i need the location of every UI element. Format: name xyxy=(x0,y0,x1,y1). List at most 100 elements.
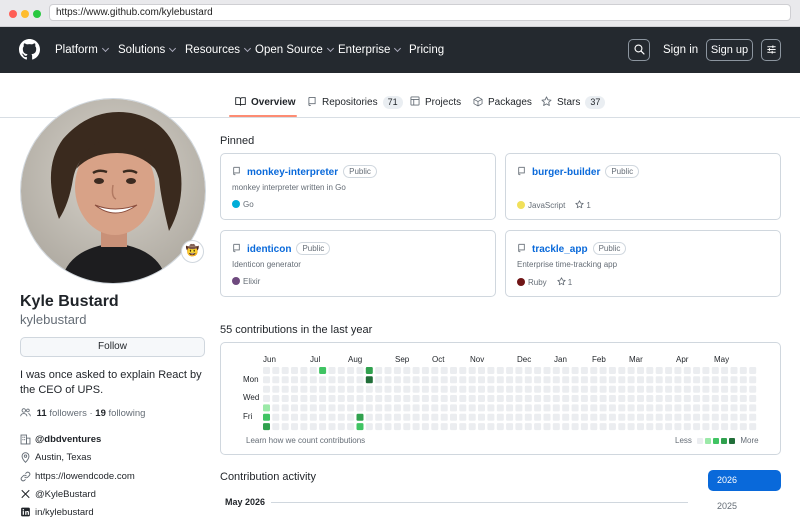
contribution-day-cell[interactable] xyxy=(431,413,439,421)
contribution-day-cell[interactable] xyxy=(431,367,439,374)
contribution-day-cell[interactable] xyxy=(749,367,757,374)
contribution-day-cell[interactable] xyxy=(272,413,280,421)
contribution-day-cell[interactable] xyxy=(646,385,654,393)
contribution-day-cell[interactable] xyxy=(431,395,439,402)
contribution-day-cell[interactable] xyxy=(580,404,588,412)
contribution-day-cell[interactable] xyxy=(627,385,635,393)
contribution-day-cell[interactable] xyxy=(291,413,298,421)
contribution-day-cell[interactable] xyxy=(319,395,327,402)
contribution-day-cell[interactable] xyxy=(459,413,467,421)
contribution-day-cell[interactable] xyxy=(347,413,355,421)
contribution-day-cell[interactable] xyxy=(328,385,336,393)
contribution-day-cell[interactable] xyxy=(665,367,673,374)
contribution-day-cell[interactable] xyxy=(281,376,289,384)
contribution-day-cell[interactable] xyxy=(496,376,504,384)
contribution-day-cell[interactable] xyxy=(543,367,551,374)
contribution-day-cell[interactable] xyxy=(487,367,495,374)
contribution-day-cell[interactable] xyxy=(328,404,336,412)
contribution-day-cell[interactable] xyxy=(487,413,495,421)
contribution-day-cell[interactable] xyxy=(450,385,457,393)
contribution-day-cell[interactable] xyxy=(534,385,542,393)
contribution-day-cell[interactable] xyxy=(562,376,570,384)
contribution-day-cell[interactable] xyxy=(496,367,504,374)
contribution-day-cell[interactable] xyxy=(496,404,504,412)
contribution-day-cell[interactable] xyxy=(365,395,373,402)
contribution-day-cell[interactable] xyxy=(552,413,560,421)
contribution-day-cell[interactable] xyxy=(468,395,476,402)
contribution-day-cell[interactable] xyxy=(590,404,598,412)
contribution-day-cell[interactable] xyxy=(375,413,383,421)
contribution-day-cell[interactable] xyxy=(365,385,373,393)
contribution-day-cell[interactable] xyxy=(412,404,420,412)
contribution-day-cell[interactable] xyxy=(637,367,644,374)
search-button[interactable] xyxy=(628,39,650,61)
contribution-day-cell[interactable] xyxy=(730,423,738,431)
contribution-day-cell[interactable] xyxy=(608,395,616,402)
contribution-day-cell[interactable] xyxy=(599,413,607,421)
contribution-day-cell[interactable] xyxy=(515,395,523,402)
contribution-day-cell[interactable] xyxy=(393,367,401,374)
contribution-day-cell[interactable] xyxy=(571,395,579,402)
contribution-day-cell[interactable] xyxy=(478,423,485,431)
sign-up-button[interactable]: Sign up xyxy=(706,39,753,61)
contribution-day-cell[interactable] xyxy=(674,404,682,412)
contribution-day-cell[interactable] xyxy=(749,404,757,412)
contribution-day-cell[interactable] xyxy=(739,395,747,402)
contribution-day-cell[interactable] xyxy=(590,376,598,384)
contribution-day-cell[interactable] xyxy=(618,423,626,431)
contribution-day-cell[interactable] xyxy=(627,413,635,421)
contribution-day-cell[interactable] xyxy=(543,404,551,412)
contribution-day-cell[interactable] xyxy=(459,385,467,393)
contribution-day-cell[interactable] xyxy=(739,423,747,431)
contribution-day-cell[interactable] xyxy=(608,423,616,431)
contribution-day-cell[interactable] xyxy=(693,413,701,421)
tab-projects[interactable]: Projects xyxy=(410,87,461,118)
contribution-day-cell[interactable] xyxy=(571,385,579,393)
contribution-day-cell[interactable] xyxy=(496,395,504,402)
contribution-day-cell[interactable] xyxy=(646,395,654,402)
profile-organization[interactable]: @dbdventures xyxy=(20,434,101,445)
nav-enterprise[interactable]: Enterprise xyxy=(338,27,402,73)
contribution-day-cell[interactable] xyxy=(599,404,607,412)
contribution-day-cell[interactable] xyxy=(365,376,373,384)
contribution-day-cell[interactable] xyxy=(627,367,635,374)
contribution-day-cell[interactable] xyxy=(515,367,523,374)
contribution-day-cell[interactable] xyxy=(347,404,355,412)
contribution-day-cell[interactable] xyxy=(683,395,691,402)
contribution-day-cell[interactable] xyxy=(543,395,551,402)
contribution-day-cell[interactable] xyxy=(291,404,298,412)
contribution-day-cell[interactable] xyxy=(665,376,673,384)
contribution-day-cell[interactable] xyxy=(459,367,467,374)
contribution-day-cell[interactable] xyxy=(534,395,542,402)
contribution-day-cell[interactable] xyxy=(571,413,579,421)
address-bar[interactable]: https://www.github.com/kylebustard xyxy=(49,4,791,21)
contribution-day-cell[interactable] xyxy=(608,376,616,384)
contribution-day-cell[interactable] xyxy=(337,367,345,374)
contribution-day-cell[interactable] xyxy=(393,376,401,384)
contribution-day-cell[interactable] xyxy=(721,423,729,431)
contribution-day-cell[interactable] xyxy=(552,385,560,393)
year-2025-link[interactable]: 2025 xyxy=(717,501,737,511)
contribution-day-cell[interactable] xyxy=(599,376,607,384)
contribution-day-cell[interactable] xyxy=(562,385,570,393)
contribution-day-cell[interactable] xyxy=(421,376,429,384)
contribution-day-cell[interactable] xyxy=(328,413,336,421)
contribution-day-cell[interactable] xyxy=(496,413,504,421)
contribution-day-cell[interactable] xyxy=(552,404,560,412)
contribution-day-cell[interactable] xyxy=(702,404,710,412)
contribution-day-cell[interactable] xyxy=(515,423,523,431)
contribution-day-cell[interactable] xyxy=(655,413,663,421)
contribution-day-cell[interactable] xyxy=(571,376,579,384)
profile-linkedin-link[interactable]: in/kylebustard xyxy=(20,507,94,518)
contribution-day-cell[interactable] xyxy=(506,423,514,431)
contribution-day-cell[interactable] xyxy=(637,376,644,384)
contribution-day-cell[interactable] xyxy=(674,423,682,431)
contribution-day-cell[interactable] xyxy=(440,423,448,431)
contribution-day-cell[interactable] xyxy=(524,395,532,402)
contribution-day-cell[interactable] xyxy=(580,385,588,393)
contribution-day-cell[interactable] xyxy=(721,395,729,402)
github-logo-icon[interactable] xyxy=(19,39,40,60)
contribution-day-cell[interactable] xyxy=(478,395,485,402)
contribution-day-cell[interactable] xyxy=(739,385,747,393)
contribution-day-cell[interactable] xyxy=(655,385,663,393)
